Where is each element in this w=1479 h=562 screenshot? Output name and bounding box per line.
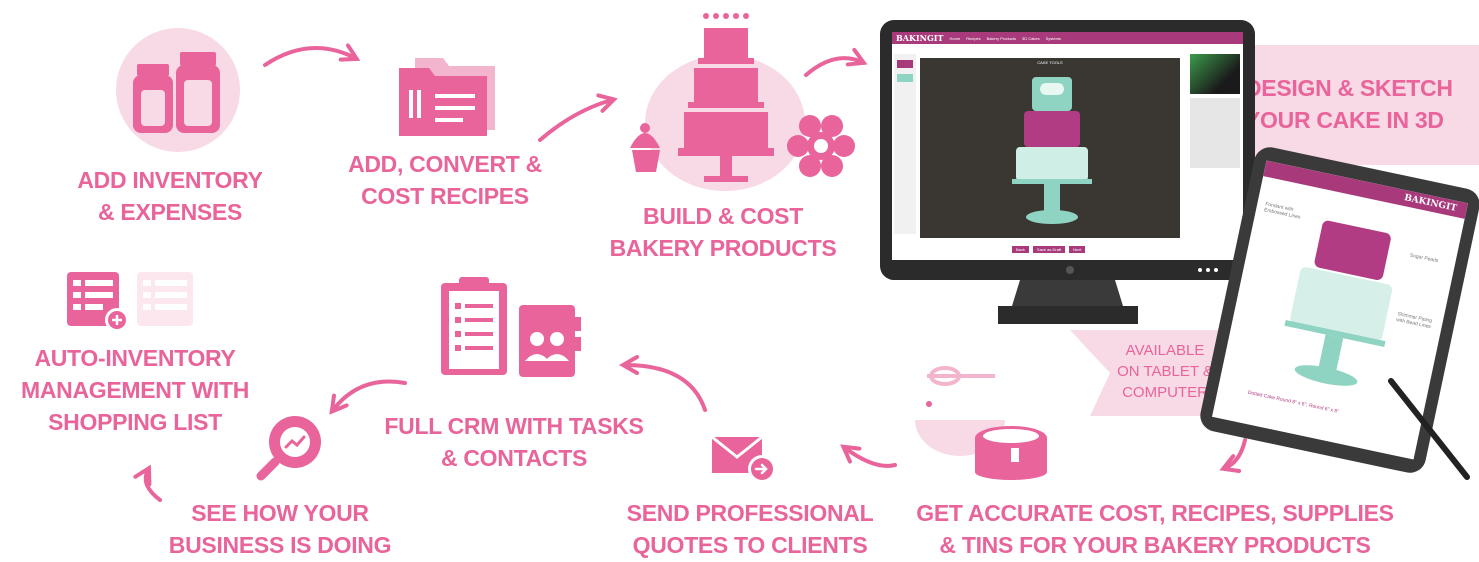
monitor-nav-systems[interactable]: Systems	[1046, 36, 1061, 41]
monitor-nav-3dcakes[interactable]: 3D Cakes	[1022, 36, 1040, 41]
crm-label-line2: & CONTACTS	[440, 445, 588, 471]
arrow-crm-to-auto	[329, 379, 407, 415]
crm-label: FULL CRM WITH TASKS & CONTACTS	[378, 410, 650, 474]
jars-icon	[116, 28, 240, 152]
monitor-nav-products[interactable]: Bakery Products	[987, 36, 1016, 41]
monitor-draft-button[interactable]: Save as Draft	[1032, 246, 1066, 253]
shopping-list-icon	[67, 272, 193, 332]
monitor-tool-sidebar	[894, 54, 916, 234]
inventory-label: ADD INVENTORY & EXPENSES	[50, 164, 290, 228]
accurate-label: GET ACCURATE COST, RECIPES, SUPPLIES & T…	[905, 497, 1405, 561]
arrow-inventory-to-recipes	[263, 43, 361, 67]
monitor-brand: BAKINGIT	[896, 33, 944, 43]
cake-tin-icon	[915, 366, 1047, 480]
products-label-line1: BUILD & COST	[643, 203, 803, 229]
design-label: DESIGN & SKETCH YOUR CAKE IN 3D	[1245, 72, 1479, 136]
products-label: BUILD & COST BAKERY PRODUCTS	[598, 200, 848, 264]
monitor-nav-home[interactable]: Home	[950, 36, 961, 41]
stylus-icon	[1388, 378, 1470, 480]
monitor-bottom-buttons: Back Save as Draft Next	[1012, 246, 1086, 253]
inventory-step	[108, 20, 248, 160]
quotes-label: SEND PROFESSIONAL QUOTES TO CLIENTS	[620, 497, 880, 561]
cake-3d-preview	[1012, 77, 1092, 224]
arrow-business-to-auto	[133, 464, 162, 502]
monitor-nav-recipes[interactable]: Recipes	[966, 36, 980, 41]
business-label: SEE HOW YOUR BUSINESS IS DOING	[150, 497, 410, 561]
monitor: BAKINGIT Home Recipes Bakery Products 3D…	[880, 20, 1260, 325]
monitor-app-header: BAKINGIT Home Recipes Bakery Products 3D…	[892, 32, 1243, 44]
arrow-tablet-to-accurate	[1219, 438, 1247, 473]
recipes-label: ADD, CONVERT & COST RECIPES	[330, 148, 560, 212]
products-step	[620, 8, 860, 198]
monitor-3d-canvas[interactable]: CAKE TOOLS	[920, 58, 1180, 238]
recipes-label-line2: COST RECIPES	[361, 183, 529, 209]
accurate-label-line1: GET ACCURATE COST, RECIPES, SUPPLIES	[916, 500, 1394, 526]
inventory-label-line2: & EXPENSES	[98, 199, 242, 225]
monitor-back-button[interactable]: Back	[1012, 246, 1029, 253]
auto-inventory-line2: MANAGEMENT WITH	[20, 377, 250, 403]
monitor-screen: BAKINGIT Home Recipes Bakery Products 3D…	[892, 32, 1243, 260]
auto-inventory-line1: AUTO-INVENTORY	[34, 345, 236, 371]
products-label-line2: BAKERY PRODUCTS	[609, 235, 837, 261]
inventory-label-line1: ADD INVENTORY	[77, 167, 263, 193]
clipboard-contacts-icon	[441, 277, 581, 377]
auto-inventory-line3: SHOPPING LIST	[48, 409, 222, 435]
accurate-label-line2: & TINS FOR YOUR BAKERY PRODUCTS	[939, 532, 1371, 558]
email-send-icon	[711, 435, 776, 483]
monitor-properties-panel	[1190, 98, 1240, 168]
arrow-quotes-to-crm	[618, 355, 707, 412]
quotes-label-line2: QUOTES TO CLIENTS	[632, 532, 868, 558]
monitor-color-picker[interactable]	[1190, 54, 1240, 94]
recipes-label-line1: ADD, CONVERT &	[348, 151, 542, 177]
design-label-line2: YOUR CAKE IN 3D	[1245, 107, 1444, 133]
business-label-line1: SEE HOW YOUR	[191, 500, 369, 526]
monitor-next-button[interactable]: Next	[1069, 246, 1086, 253]
auto-inventory-label: AUTO-INVENTORY MANAGEMENT WITH SHOPPING …	[0, 342, 270, 438]
recipe-folder-icon	[399, 58, 495, 136]
arrow-recipes-to-products	[538, 93, 618, 142]
recipes-step	[395, 50, 505, 140]
crm-label-line1: FULL CRM WITH TASKS	[384, 413, 644, 439]
quotes-label-line1: SEND PROFESSIONAL	[626, 500, 874, 526]
business-label-line2: BUSINESS IS DOING	[168, 532, 392, 558]
arrow-accurate-to-quotes	[840, 444, 897, 468]
cake-stand-icon	[630, 13, 855, 191]
design-label-line1: DESIGN & SKETCH	[1245, 75, 1453, 101]
